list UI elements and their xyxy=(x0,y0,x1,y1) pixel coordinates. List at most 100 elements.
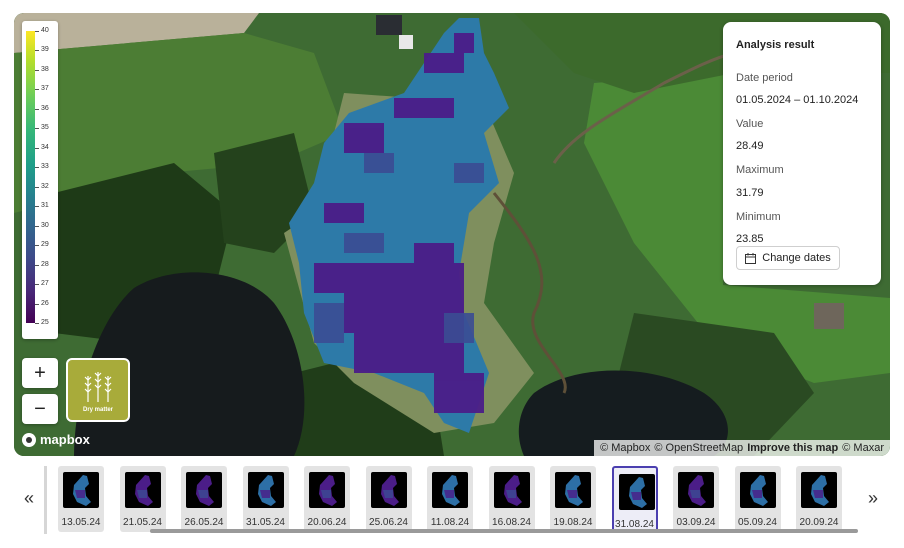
legend-tick-label: 25 xyxy=(41,319,49,326)
calendar-icon xyxy=(745,252,757,264)
legend-tick-label: 40 xyxy=(41,27,49,34)
map-attribution: © Mapbox © OpenStreetMap Improve this ma… xyxy=(594,440,890,456)
value-value: 28.49 xyxy=(736,140,764,152)
timeline-date-label: 05.09.24 xyxy=(738,517,777,528)
minimum-value: 23.85 xyxy=(736,233,764,245)
timeline-thumbnail xyxy=(247,472,284,508)
timeline-date-label: 11.08.24 xyxy=(430,517,470,528)
mapbox-logo[interactable]: mapbox xyxy=(22,432,90,447)
timeline-next-button[interactable]: » xyxy=(868,488,878,509)
timeline-item[interactable]: 21.05.24 xyxy=(119,466,166,532)
color-scale-bar xyxy=(26,31,35,323)
timeline-thumbnail xyxy=(186,472,222,508)
change-dates-button[interactable]: Change dates xyxy=(736,246,840,270)
timeline-date-label: 21.05.24 xyxy=(123,517,162,528)
mapbox-logo-text: mapbox xyxy=(40,432,90,447)
timeline-thumbnail xyxy=(801,472,837,508)
legend-tick-label: 30 xyxy=(41,221,49,229)
timeline-item[interactable]: 13.05.24 xyxy=(58,466,104,532)
legend-tick-label: 28 xyxy=(41,260,49,268)
timeline-date-label: 16.08.24 xyxy=(492,517,531,528)
legend-tick xyxy=(35,225,39,227)
timeline-date-label: 13.05.24 xyxy=(61,517,101,528)
mapbox-logo-icon xyxy=(22,432,36,447)
timeline-item[interactable]: 25.06.24 xyxy=(365,466,412,532)
timeline-thumbnail xyxy=(618,474,655,510)
timeline-item[interactable]: 05.09.24 xyxy=(734,466,781,532)
maximum-value: 31.79 xyxy=(736,187,764,199)
timeline-thumbnail xyxy=(739,472,776,508)
color-scale-legend: 40 39 38 37 36 35 34 33 32 31 30 29 28 27 26 25 xyxy=(22,21,58,339)
timeline-thumbnail xyxy=(678,472,714,508)
legend-tick-label: 29 xyxy=(41,241,49,249)
legend-tick xyxy=(35,303,39,305)
date-timeline: « 13.05.24 21.05.24 26.05.24 31.05.24 20.06.… xyxy=(0,458,904,548)
timeline-date-label: 31.05.24 xyxy=(246,517,285,528)
legend-tick xyxy=(35,264,39,266)
date-period-label: Date period xyxy=(736,72,793,84)
timeline-date-label: 25.06.24 xyxy=(369,517,408,528)
wheat-icon xyxy=(84,372,112,402)
timeline-thumbnail xyxy=(309,472,345,508)
timeline-item[interactable]: 19.08.24 xyxy=(550,466,596,532)
timeline-thumbnail xyxy=(63,472,99,508)
legend-tick xyxy=(35,167,39,169)
layer-dry-matter-button[interactable]: Dry matter xyxy=(66,358,130,422)
legend-tick xyxy=(35,147,39,149)
legend-tick xyxy=(35,186,39,188)
timeline-scrollbar[interactable] xyxy=(150,529,858,533)
attribution-osm-link[interactable]: © OpenStreetMap xyxy=(654,442,743,454)
legend-tick-label: 38 xyxy=(41,65,49,73)
timeline-date-label: 20.09.24 xyxy=(799,517,839,528)
legend-tick-label: 32 xyxy=(41,182,49,190)
timeline-item[interactable]: 20.06.24 xyxy=(304,466,350,532)
zoom-out-button[interactable]: − xyxy=(22,394,58,424)
timeline-date-label: 20.06.24 xyxy=(307,517,347,528)
timeline-thumbnail xyxy=(370,472,407,508)
timeline-item[interactable]: 03.09.24 xyxy=(673,466,719,532)
timeline-item[interactable]: 11.08.24 xyxy=(427,466,473,532)
legend-tick-label: 26 xyxy=(41,299,49,307)
legend-tick-label: 36 xyxy=(41,104,49,112)
legend-tick xyxy=(35,284,39,286)
legend-tick xyxy=(35,128,39,130)
timeline-item[interactable]: 31.08.24 xyxy=(611,466,658,532)
layer-label: Dry matter xyxy=(82,407,113,413)
zoom-in-button[interactable]: + xyxy=(22,358,58,388)
legend-tick-label: 35 xyxy=(41,124,49,132)
timeline-item[interactable]: 26.05.24 xyxy=(181,466,227,532)
timeline-thumbnail xyxy=(555,472,591,508)
date-period-value: 01.05.2024 – 01.10.2024 xyxy=(736,94,859,106)
legend-tick xyxy=(35,69,39,71)
timeline-divider xyxy=(44,466,47,534)
legend-tick xyxy=(35,31,39,32)
timeline-item[interactable]: 20.09.24 xyxy=(796,466,842,532)
legend-tick xyxy=(35,89,39,91)
legend-tick xyxy=(35,108,39,110)
attribution-maxar-link[interactable]: © Maxar xyxy=(842,442,884,454)
timeline-thumbnail xyxy=(432,472,468,508)
maximum-label: Maximum xyxy=(736,164,784,176)
legend-tick xyxy=(35,245,39,247)
minimum-label: Minimum xyxy=(736,211,781,223)
timeline-date-label: 26.05.24 xyxy=(184,517,224,528)
legend-tick-label: 33 xyxy=(41,163,49,171)
legend-tick xyxy=(35,50,39,52)
change-dates-label: Change dates xyxy=(762,252,831,264)
timeline-date-label: 03.09.24 xyxy=(676,517,716,528)
map-view[interactable]: 40 39 38 37 36 35 34 33 32 31 30 29 28 27 26 25 + − Dry… xyxy=(14,13,890,456)
legend-tick-label: 39 xyxy=(41,46,49,54)
legend-tick-label: 27 xyxy=(41,280,49,288)
improve-map-link[interactable]: Improve this map xyxy=(747,442,838,454)
timeline-item[interactable]: 16.08.24 xyxy=(488,466,535,532)
analysis-result-panel: Analysis result Date period 01.05.2024 –… xyxy=(723,22,881,285)
value-label: Value xyxy=(736,118,764,130)
timeline-thumbnail xyxy=(493,472,530,508)
legend-tick xyxy=(35,206,39,208)
timeline-item[interactable]: 31.05.24 xyxy=(242,466,289,532)
attribution-mapbox-link[interactable]: © Mapbox xyxy=(600,442,650,454)
legend-tick xyxy=(35,323,39,324)
legend-tick-label: 34 xyxy=(41,143,49,151)
timeline-prev-button[interactable]: « xyxy=(24,488,34,509)
panel-title: Analysis result xyxy=(736,39,815,51)
